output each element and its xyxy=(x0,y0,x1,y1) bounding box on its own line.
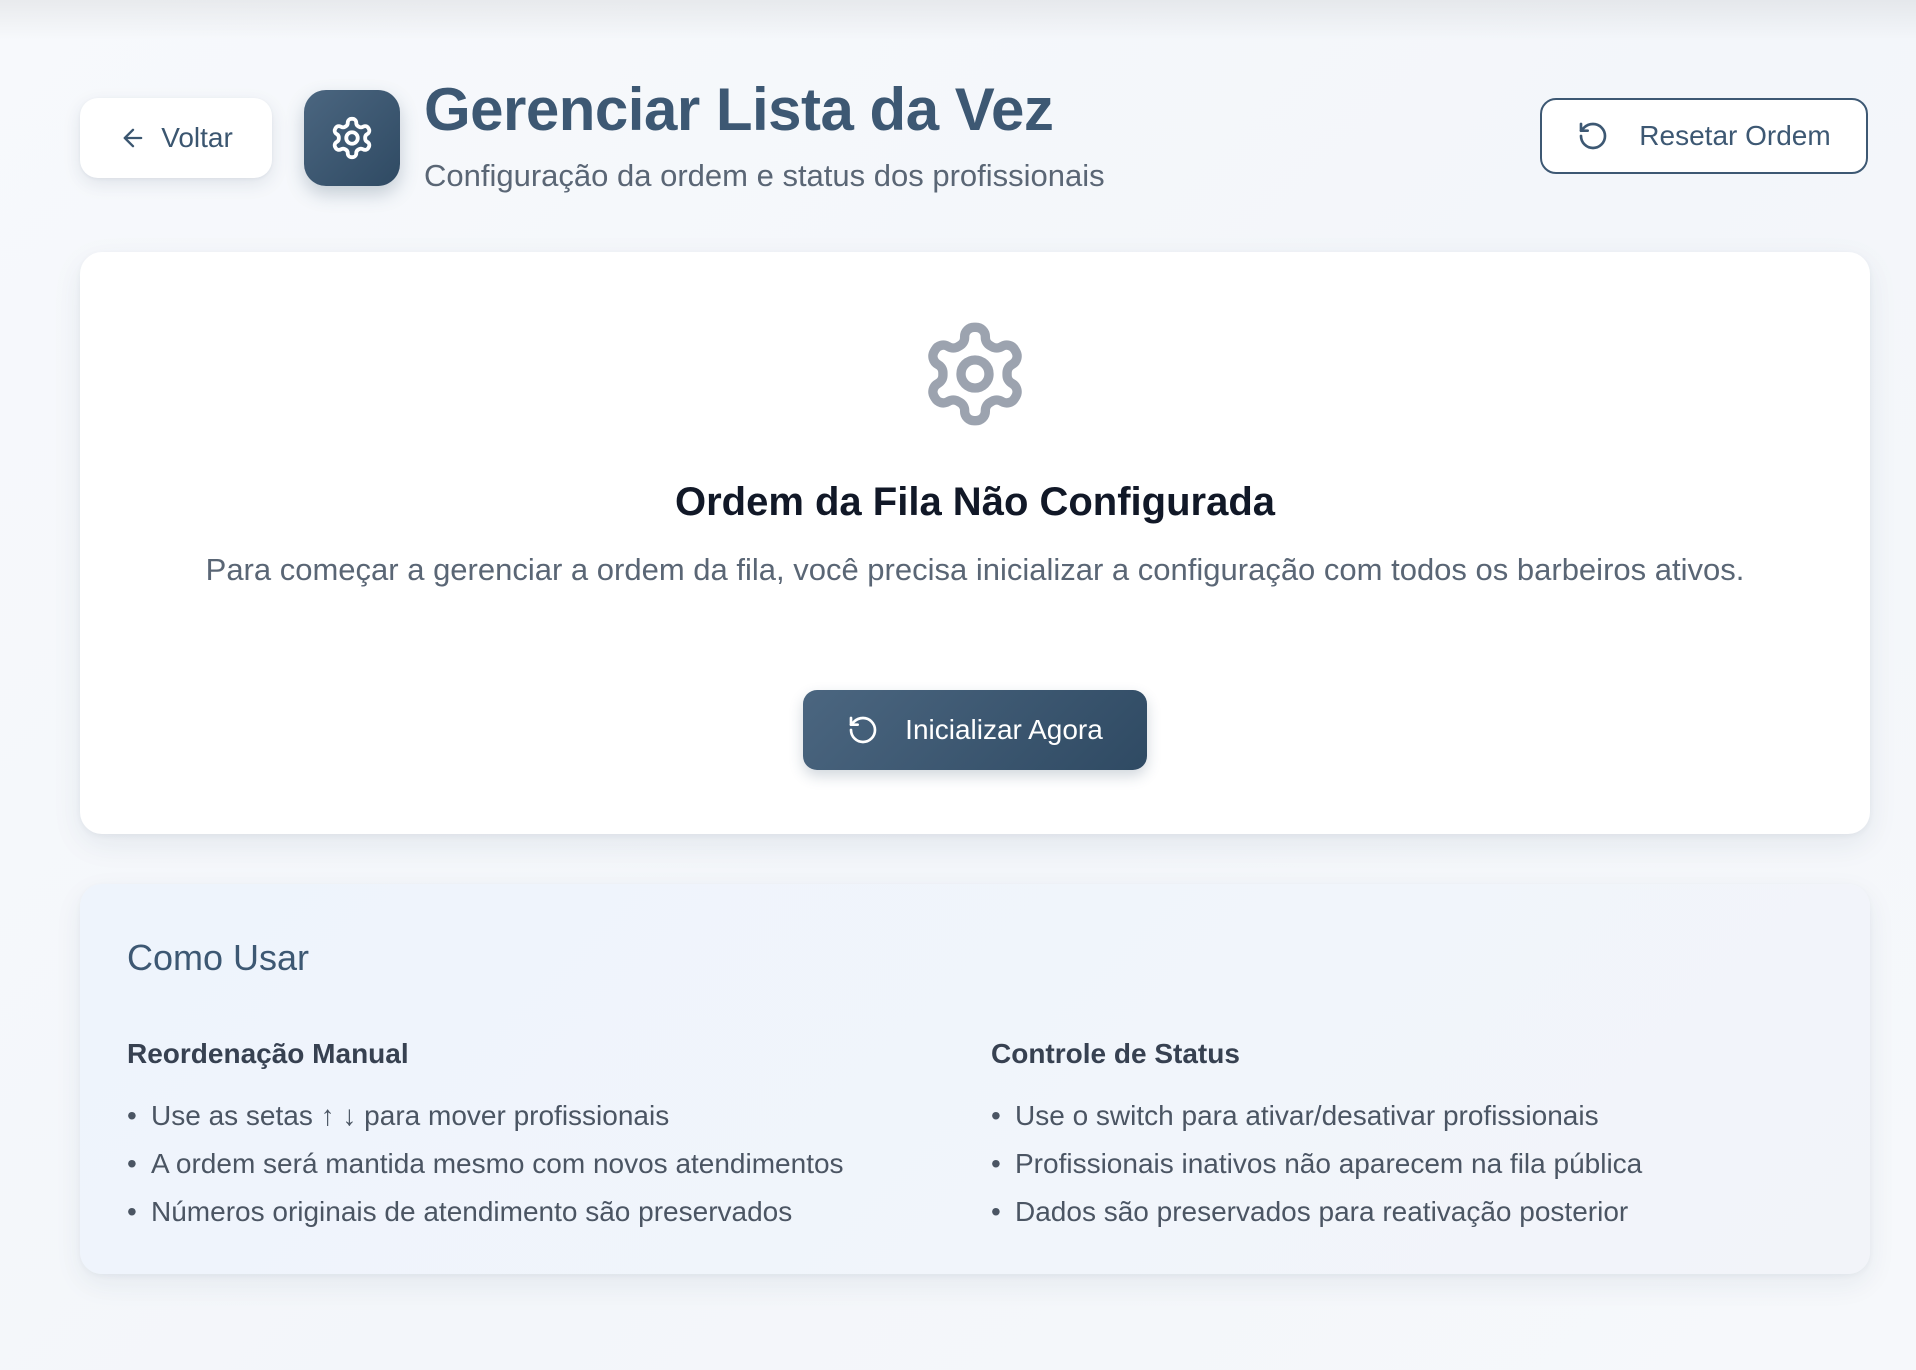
rotate-ccw-icon xyxy=(847,714,879,746)
help-section-heading: Reordenação Manual xyxy=(127,1038,409,1069)
help-list-item: • Dados são preservados para reativação p… xyxy=(991,1196,1629,1227)
help-section-manual-reorder: Reordenação Manual • Use as setas ↑ ↓ par… xyxy=(127,1034,887,1236)
help-list: • Use o switch para ativar/desativar prof… xyxy=(991,1092,1751,1236)
page-subtitle: Configuração da ordem e status dos profi… xyxy=(424,158,1105,193)
empty-state-title: Ordem da Fila Não Configurada xyxy=(674,480,1276,524)
help-title: Como Usar xyxy=(127,937,310,978)
back-button[interactable]: Voltar xyxy=(80,98,272,178)
help-list: • Use as setas ↑ ↓ para mover profissiona… xyxy=(127,1092,887,1236)
reset-order-label: Resetar Ordem xyxy=(1639,120,1831,151)
reset-order-button[interactable]: Resetar Ordem xyxy=(1540,98,1868,174)
page-title: Gerenciar Lista da Vez xyxy=(424,76,1054,143)
gear-icon xyxy=(329,115,375,161)
help-list-item: • Use as setas ↑ ↓ para mover profissiona… xyxy=(127,1100,670,1131)
header-settings-tile xyxy=(304,90,400,186)
help-list-item: • A ordem será mantida mesmo com novos at… xyxy=(127,1148,844,1179)
initialize-now-label: Inicializar Agora xyxy=(905,714,1103,745)
top-shadow xyxy=(0,0,1916,40)
gear-icon xyxy=(919,318,1031,430)
help-section-status-control: Controle de Status • Use o switch para at… xyxy=(991,1034,1751,1236)
help-list-item: • Profissionais inativos não aparecem na … xyxy=(991,1148,1643,1179)
rotate-ccw-icon xyxy=(1577,120,1609,152)
empty-state-description: Para começar a gerenciar a ordem da fila… xyxy=(205,552,1745,587)
arrow-left-icon xyxy=(119,124,147,152)
help-section-heading: Controle de Status xyxy=(991,1038,1240,1069)
back-button-label: Voltar xyxy=(161,122,233,153)
help-list-item: • Números originais de atendimento são pr… xyxy=(127,1196,793,1227)
help-list-item: • Use o switch para ativar/desativar prof… xyxy=(991,1100,1599,1131)
initialize-now-button[interactable]: Inicializar Agora xyxy=(803,690,1147,770)
